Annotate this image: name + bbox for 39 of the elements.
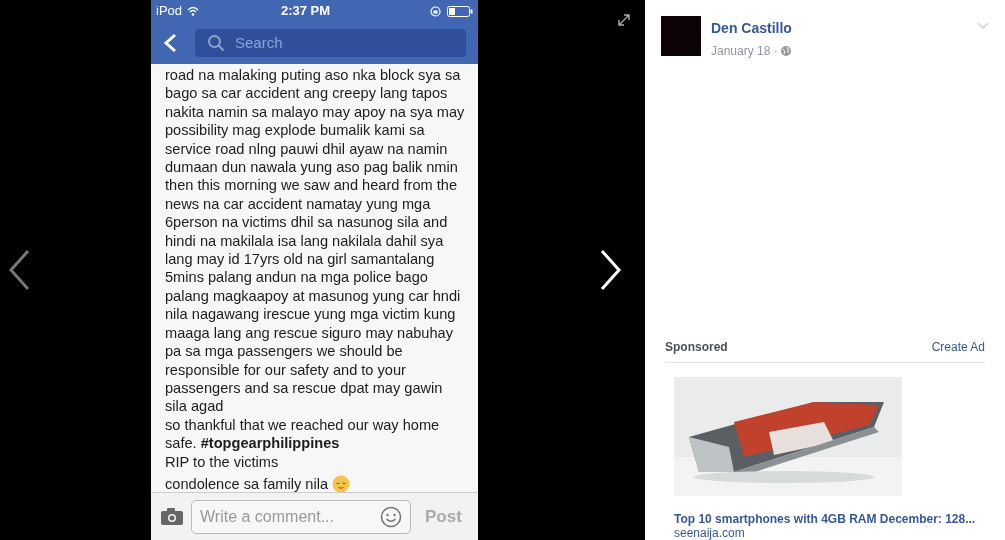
camera-icon[interactable] — [161, 508, 183, 525]
search-icon — [207, 34, 225, 52]
post-text-line: news na car accident namatay yung mga — [165, 194, 431, 214]
post-text-line: dumaan dun nawala yung aso pag balik nmin — [165, 158, 458, 177]
rotation-lock-icon — [430, 5, 441, 17]
post-text-line: nila nagawang irescue yung mga victim kung — [165, 305, 456, 324]
post-text-line: palang magkaapoy at masunog yung car hndi — [165, 286, 461, 306]
ad-domain-link[interactable]: seenaija.com — [674, 526, 1005, 540]
fullscreen-icon[interactable] — [618, 14, 630, 26]
post-text-line: so thankful that we reached our way home — [165, 415, 440, 435]
post-text-line: 5mins palang andun na mga police bago — [165, 268, 428, 287]
sponsored-heading: Sponsored — [665, 339, 728, 356]
smiley-icon[interactable] — [380, 505, 402, 528]
post-text-line: pa sa mga passengers we should be — [165, 342, 403, 361]
post-text-line: then this morning we saw and heard from the — [165, 176, 458, 195]
post-text-line: lang may id 17yrs old na girl samantalang — [165, 250, 435, 269]
post-text-line: safe. #topgearphilippines — [165, 434, 340, 453]
post-text-line: maaga lang ang rescue siguro may nabuhay — [165, 323, 453, 343]
post-text-line: 6person na victims dhil sa nasunog sila and — [165, 213, 448, 232]
post-text-line: responsible for our safety and to your — [165, 360, 406, 379]
globe-icon — [780, 46, 791, 56]
battery-icon — [447, 5, 473, 17]
post-text-line: nakita namin sa malayo may apoy na sya may — [165, 102, 465, 122]
wifi-icon — [187, 6, 200, 16]
create-ad-link[interactable]: Create Ad — [931, 338, 985, 356]
post-text-line: passengers and sa rescue dpat may gawin — [165, 378, 443, 398]
post-text-line: road na malaking puting aso nka block sya sa — [165, 66, 461, 85]
post-text-line: hindi na makilala isa lang nakilala dahil sya — [165, 231, 444, 251]
post-text-line: condolence sa family nila — [165, 474, 329, 492]
post-text-line: RIP to the victims — [165, 452, 279, 471]
relieved-face-icon — [332, 475, 351, 492]
post-text-line: possibility mag explode bumalik kami sa — [165, 121, 425, 140]
ad-title-link[interactable]: Top 10 smartphones with 4GB RAM December: 128... — [674, 512, 1005, 526]
clock-label: 2:37 PM — [280, 2, 331, 21]
post-text-line: service road nlng pauwi dhil ayaw na namin — [165, 139, 448, 159]
post-text-line: bago sa car accident ang creepy lang tapos — [165, 84, 448, 103]
carrier-label: iPod — [156, 2, 183, 21]
post-text-line: sila agad — [165, 397, 224, 416]
author-link[interactable]: Den Castillo — [711, 18, 977, 39]
